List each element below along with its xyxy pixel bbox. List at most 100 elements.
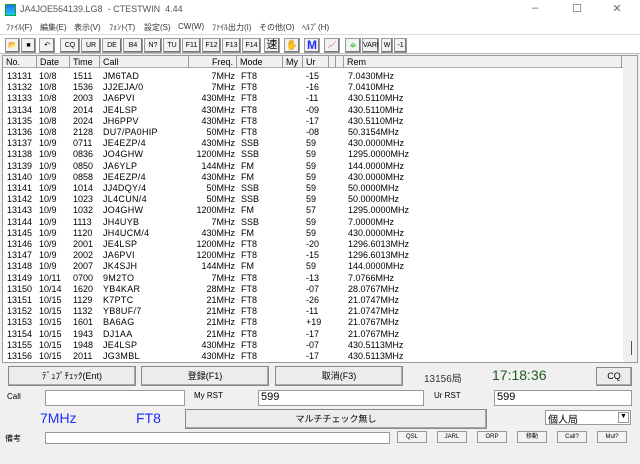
table-row[interactable]: 1314410/91113JH4UYB7MHzSSB597.0000MHz xyxy=(3,217,623,228)
menu-file[interactable]: ﾌｧｲﾙ(F) xyxy=(6,22,32,33)
table-row[interactable]: 1314910/1107009M2TO7MHzFT8-137.0766MHz xyxy=(3,273,623,284)
f13-key-button[interactable]: F13 xyxy=(222,38,241,53)
my-rst-input[interactable]: 599 xyxy=(258,390,424,406)
table-row[interactable]: 1315310/151601BA6AG21MHzFT8+1921.0767MHz xyxy=(3,317,623,328)
call-query-button[interactable]: Call? xyxy=(557,431,587,443)
menu-cw[interactable]: CW(W) xyxy=(178,22,204,31)
b4-key-button[interactable]: B4 xyxy=(123,38,143,53)
menu-font[interactable]: ﾌｫﾝﾄ(T) xyxy=(109,22,135,33)
ur-rst-input[interactable]: 599 xyxy=(494,390,632,406)
table-row[interactable]: 1313110/81511JM6TAD7MHzFT8-157.0430MHz xyxy=(3,71,623,82)
cq-key-button[interactable]: CQ xyxy=(60,38,80,53)
table-row[interactable]: 1314610/92001JE4LSP1200MHzFT8-201296.601… xyxy=(3,239,623,250)
table-row[interactable]: 1313710/90711JE4EZP/4430MHzSSB59430.0000… xyxy=(3,138,623,149)
cq-button[interactable]: CQ xyxy=(596,367,632,386)
col-no[interactable]: No. xyxy=(3,56,37,68)
table-row[interactable]: 1315010/141620YB4KAR28MHzFT8-0728.0767MH… xyxy=(3,284,623,295)
qso-log-list[interactable]: No. Date Time Call Freq. Mode My Ur Rem … xyxy=(2,55,638,363)
col-ur[interactable]: Ur xyxy=(303,56,329,68)
orp-button[interactable]: ORP xyxy=(477,431,507,443)
table-row[interactable]: 1314310/91032JO4GHW1200MHzFM571295.0000M… xyxy=(3,205,623,216)
mul-query-button[interactable]: Mul? xyxy=(597,431,627,443)
dupe-check-button[interactable]: ﾃﾞｭﾌﾟﾁｪｯｸ(Ent) xyxy=(8,366,136,386)
cell-freq: 50MHz xyxy=(206,194,235,205)
col-date[interactable]: Date xyxy=(37,56,70,68)
ur-key-button[interactable]: UR xyxy=(81,38,101,53)
jarl-button[interactable]: JARL xyxy=(437,431,467,443)
hand-icon[interactable]: ✋ xyxy=(284,38,300,53)
table-row[interactable]: 1313810/90836JO4GHW1200MHzSSB591295.0000… xyxy=(3,149,623,160)
col-my[interactable]: My xyxy=(283,56,303,68)
col-call[interactable]: Call xyxy=(100,56,189,68)
save-icon[interactable]: ■ xyxy=(21,38,36,53)
qsl-button[interactable]: QSL xyxy=(397,431,427,443)
menu-help[interactable]: ﾍﾙﾌﾟ(H) xyxy=(302,22,329,33)
table-row[interactable]: 1313410/82014JE4LSP430MHzFT8-09430.5110M… xyxy=(3,105,623,116)
table-row[interactable]: 1314210/91023JL4CUN/450MHzSSB5950.0000MH… xyxy=(3,194,623,205)
col-time[interactable]: Time xyxy=(70,56,100,68)
table-row[interactable]: 1313610/82128DU7/PA0HIP50MHzFT8-0850.315… xyxy=(3,127,623,138)
undo-icon[interactable]: ↶ xyxy=(39,38,55,53)
f12-key-button[interactable]: F12 xyxy=(202,38,221,53)
minimize-button[interactable]: – xyxy=(520,2,550,18)
table-row[interactable]: 1314510/91120JH4UCM/4430MHzFM59430.0000M… xyxy=(3,228,623,239)
table-row[interactable]: 1315610/152011JG3MBL430MHzFT8-17430.5113… xyxy=(3,351,623,362)
table-row[interactable]: 1315410/151943DJ1AA21MHzFT8-1721.0767MHz xyxy=(3,329,623,340)
w-button[interactable]: W xyxy=(381,38,393,53)
table-row[interactable]: 1313910/90850JA6YLP144MHzFM59144.0000MHz xyxy=(3,161,623,172)
table-row[interactable]: 1313510/82024JH6PPV430MHzFT8-17430.5110M… xyxy=(3,116,623,127)
minus1-button[interactable]: -1 xyxy=(394,38,407,53)
cell-no: 13138 xyxy=(7,149,32,160)
table-row[interactable]: 1315210/151132YB8UF/721MHzFT8-1121.0747M… xyxy=(3,306,623,317)
cell-freq: 144MHz xyxy=(201,261,235,272)
table-row[interactable]: 1313210/81536JJ2EJA/07MHzFT8-167.0410MHz xyxy=(3,82,623,93)
close-button[interactable]: ✕ xyxy=(602,2,632,18)
vari-button[interactable]: VARI xyxy=(362,38,379,53)
cell-time: 1014 xyxy=(73,183,93,194)
menu-view[interactable]: 表示(V) xyxy=(74,22,101,33)
menu-settings[interactable]: 設定(S) xyxy=(144,22,171,33)
tu-key-button[interactable]: TU xyxy=(163,38,181,53)
register-button[interactable]: 登録(F1) xyxy=(141,366,269,386)
table-row[interactable]: 1313310/82003JA6PVI430MHzFT8-11430.5110M… xyxy=(3,93,623,104)
table-row[interactable]: 1314110/91014JJ4DQY/450MHzSSB5950.0000MH… xyxy=(3,183,623,194)
cell-ur: -26 xyxy=(306,295,319,306)
cell-date: 10/15 xyxy=(39,351,62,362)
speed-button[interactable]: 速 xyxy=(264,38,280,53)
table-row[interactable]: 1314010/90858JE4EZP/4430MHzFM59430.0000M… xyxy=(3,172,623,183)
cell-call: JG3MBL xyxy=(103,351,140,362)
nr-key-button[interactable]: N? xyxy=(144,38,162,53)
f11-key-button[interactable]: F11 xyxy=(182,38,201,53)
col-rem[interactable]: Rem xyxy=(344,56,622,68)
scrollbar-thumb[interactable] xyxy=(631,341,632,355)
cell-freq: 21MHz xyxy=(206,329,235,340)
de-key-button[interactable]: DE xyxy=(102,38,122,53)
chevron-down-icon[interactable]: ▼ xyxy=(618,412,629,423)
call-input[interactable] xyxy=(45,390,185,406)
graph-icon[interactable]: 📈 xyxy=(324,38,340,53)
station-type-select[interactable]: 個人局▼ xyxy=(545,410,631,425)
open-icon[interactable]: 📂 xyxy=(5,38,20,53)
table-row[interactable]: 1315510/151948JE4LSP430MHzFT8-07430.5113… xyxy=(3,340,623,351)
portable-button[interactable]: 移動 xyxy=(517,431,547,443)
multi-check-button[interactable]: マルチチェック無し xyxy=(185,409,487,429)
table-row[interactable]: 1314710/92002JA6PVI1200MHzFT8-151296.601… xyxy=(3,250,623,261)
vertical-scrollbar[interactable] xyxy=(623,56,637,362)
cell-time: 0850 xyxy=(73,161,93,172)
table-row[interactable]: 1315110/151129K7PTC21MHzFT8-2621.0747MHz xyxy=(3,295,623,306)
col-mode[interactable]: Mode xyxy=(237,56,283,68)
menu-other[interactable]: その他(O) xyxy=(259,22,295,33)
col-blank-2[interactable] xyxy=(336,56,344,68)
remarks-input[interactable] xyxy=(45,432,390,444)
col-blank-1[interactable] xyxy=(329,56,336,68)
crosshair-icon[interactable]: ⌖ xyxy=(345,38,361,53)
menu-file-output[interactable]: ﾌｧｲﾙ出力(I) xyxy=(212,22,252,33)
menu-edit[interactable]: 編集(E) xyxy=(40,22,67,33)
cancel-button[interactable]: 取消(F3) xyxy=(275,366,403,386)
cell-no: 13155 xyxy=(7,340,32,351)
col-freq[interactable]: Freq. xyxy=(189,56,237,68)
maximize-button[interactable]: ☐ xyxy=(562,2,592,18)
table-row[interactable]: 1314810/92007JK4SJH144MHzFM59144.0000MHz xyxy=(3,261,623,272)
m-button[interactable]: M xyxy=(304,38,320,53)
f14-key-button[interactable]: F14 xyxy=(242,38,261,53)
